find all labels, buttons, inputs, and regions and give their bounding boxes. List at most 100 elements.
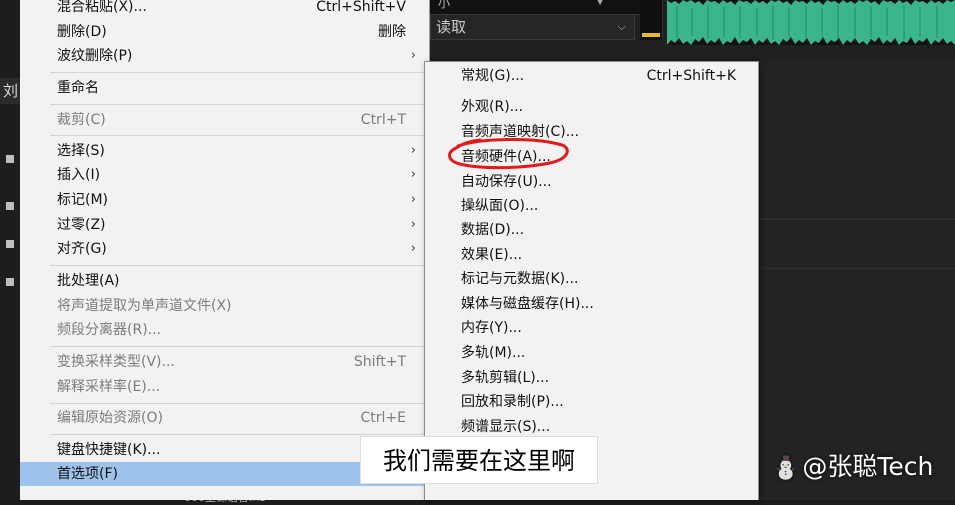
- menu-item-extract-channels[interactable]: 将声道提取为单声道文件(X): [20, 294, 429, 318]
- menu-item-edit-original[interactable]: 编辑原始资源(O) Ctrl+E: [20, 406, 429, 430]
- menu-item-shortcut: Shift+T: [353, 354, 406, 370]
- watermark: ⛄ @张聪Tech: [772, 449, 933, 485]
- submenu-item-control-surface[interactable]: 操纵面(O)...: [425, 194, 758, 218]
- video-subtitle: 我们需要在这里啊: [360, 436, 598, 484]
- menu-item-label: 编辑原始资源(O): [57, 410, 163, 426]
- submenu-item-shortcut: Ctrl+Shift+K: [646, 68, 736, 84]
- menu-item-delete[interactable]: 删除(D) 删除: [20, 20, 429, 44]
- chevron-right-icon: ›: [410, 241, 416, 256]
- menu-item-label: 首选项(F): [57, 466, 118, 482]
- menu-item-label: 批处理(A): [57, 273, 120, 289]
- submenu-item-markers-metadata[interactable]: 标记与元数据(K)...: [425, 267, 758, 291]
- submenu-item-appearance[interactable]: 外观(R)...: [425, 95, 758, 119]
- menu-item-insert[interactable]: 插入(I) ›: [20, 163, 429, 187]
- menu-item-batch-process[interactable]: 批处理(A): [20, 269, 429, 293]
- chevron-down-icon: ⌵: [617, 20, 626, 33]
- snowman-icon: ⛄: [772, 456, 800, 481]
- menu-separator: [50, 135, 429, 136]
- menu-separator: [50, 265, 429, 266]
- menu-item-select[interactable]: 选择(S) ›: [20, 139, 429, 163]
- menu-item-shortcut: 删除: [378, 24, 406, 40]
- submenu-item-data[interactable]: 数据(D)...: [425, 218, 758, 242]
- menu-item-marker[interactable]: 标记(M) ›: [20, 188, 429, 212]
- edit-context-menu: 混合粘贴(X)... Ctrl+Shift+V 删除(D) 删除 波纹删除(P)…: [20, 0, 430, 500]
- menu-separator: [50, 72, 429, 73]
- chevron-right-icon: ›: [410, 48, 416, 63]
- level-meter: [640, 0, 663, 40]
- menu-item-interpret-sample-rate[interactable]: 解释采样率(E)...: [20, 375, 429, 399]
- right-panel: [760, 58, 955, 500]
- top-strip-text: 小: [438, 0, 451, 10]
- menu-separator: [50, 434, 429, 435]
- panel-divider: [760, 268, 955, 269]
- menu-separator: [50, 346, 429, 347]
- menu-item-label: 混合粘贴(X)...: [57, 0, 147, 15]
- submenu-item-general[interactable]: 常规(G)... Ctrl+Shift+K: [425, 64, 758, 88]
- menu-item-snapping[interactable]: 对齐(G) ›: [20, 237, 429, 261]
- menu-item-label: 选择(S): [57, 143, 105, 159]
- submenu-item-effects[interactable]: 效果(E)...: [425, 243, 758, 267]
- menu-item-label: 插入(I): [57, 167, 101, 183]
- submenu-item-multitrack[interactable]: 多轨(M)...: [425, 341, 758, 365]
- menu-item-label: 裁剪(C): [57, 112, 106, 128]
- left-marker: [6, 240, 14, 248]
- read-mode-dropdown[interactable]: 读取 ⌵: [430, 14, 635, 40]
- chevron-down-icon[interactable]: ▼: [596, 0, 604, 7]
- menu-item-crop[interactable]: 裁剪(C) Ctrl+T: [20, 108, 429, 132]
- menu-item-label: 键盘快捷键(K)...: [57, 442, 161, 458]
- submenu-item-label: 数据(D)...: [461, 222, 525, 238]
- top-control-strip: 小 ▼: [430, 0, 640, 15]
- left-panel-tab[interactable]: 刘: [0, 78, 20, 104]
- menu-item-label: 将声道提取为单声道文件(X): [57, 298, 232, 314]
- submenu-item-label: 常规(G)...: [461, 68, 525, 84]
- menu-item-label: 频段分离器(R)...: [57, 322, 162, 338]
- menu-separator: [50, 104, 429, 105]
- chevron-right-icon: ›: [410, 192, 416, 207]
- menu-item-rename[interactable]: 重命名: [20, 76, 429, 100]
- menu-item-label: 对齐(G): [57, 241, 107, 257]
- audio-waveform[interactable]: [667, 0, 955, 45]
- dropdown-value: 读取: [436, 18, 467, 36]
- submenu-item-label: 标记与元数据(K)...: [461, 271, 579, 287]
- chevron-right-icon: ›: [410, 217, 416, 232]
- left-tab-text: 刘: [3, 82, 19, 100]
- menu-item-label: 过零(Z): [57, 217, 106, 233]
- chevron-right-icon: ›: [410, 167, 416, 182]
- submenu-item-label: 操纵面(O)...: [461, 198, 539, 214]
- submenu-item-media-disk-cache[interactable]: 媒体与磁盘缓存(H)...: [425, 292, 758, 316]
- submenu-item-memory[interactable]: 内存(Y)...: [425, 316, 758, 340]
- meter-level: [642, 33, 660, 37]
- submenu-item-label: 内存(Y)...: [461, 320, 522, 336]
- menu-item-ripple-delete[interactable]: 波纹删除(P) ›: [20, 44, 429, 68]
- submenu-item-label: 回放和录制(P)...: [461, 394, 564, 410]
- menu-item-zero-crossings[interactable]: 过零(Z) ›: [20, 213, 429, 237]
- menu-item-label: 标记(M): [57, 192, 109, 208]
- chevron-right-icon: ›: [410, 143, 416, 158]
- submenu-item-label: 外观(R)...: [461, 99, 524, 115]
- menu-separator: [50, 403, 429, 404]
- left-marker: [6, 202, 14, 210]
- waveform-graphic: [667, 0, 955, 45]
- watermark-text: @张聪Tech: [802, 452, 934, 481]
- panel-divider: [760, 218, 955, 220]
- submenu-item-label: 效果(E)...: [461, 247, 523, 263]
- menu-item-label: 变换采样类型(V)...: [57, 354, 175, 370]
- menu-item-label: 删除(D): [57, 24, 107, 40]
- left-marker: [6, 155, 14, 163]
- menu-item-label: 波纹删除(P): [57, 48, 133, 64]
- left-marker: [6, 278, 14, 286]
- submenu-item-label: 多轨(M)...: [461, 345, 526, 361]
- submenu-item-label: 多轨剪辑(L)...: [461, 370, 550, 386]
- menu-item-shortcut: Ctrl+E: [360, 410, 407, 426]
- menu-item-mix-paste[interactable]: 混合粘贴(X)... Ctrl+Shift+V: [20, 0, 429, 19]
- preferences-submenu: 常规(G)... Ctrl+Shift+K 外观(R)... 音频声道映射(C)…: [424, 61, 759, 500]
- menu-item-convert-sample-type[interactable]: 变换采样类型(V)... Shift+T: [20, 350, 429, 374]
- red-annotation-circle: [448, 137, 569, 170]
- submenu-item-label: 媒体与磁盘缓存(H)...: [461, 296, 594, 312]
- submenu-item-playback-recording[interactable]: 回放和录制(P)...: [425, 390, 758, 414]
- left-panel-edge: [0, 0, 21, 500]
- submenu-item-multitrack-clips[interactable]: 多轨剪辑(L)...: [425, 366, 758, 390]
- menu-item-frequency-band-splitter[interactable]: 频段分离器(R)...: [20, 318, 429, 342]
- menu-item-label: 解释采样率(E)...: [57, 379, 161, 395]
- menu-item-shortcut: Ctrl+Shift+V: [316, 0, 406, 15]
